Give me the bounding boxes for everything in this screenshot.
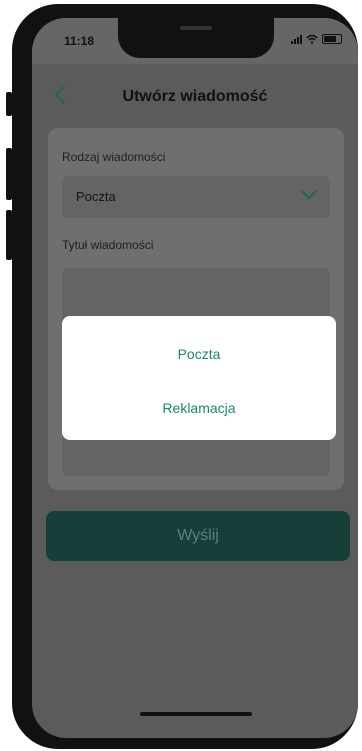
status-time: 11:18 — [64, 34, 95, 48]
status-bar: 11:18 — [32, 18, 358, 64]
send-button[interactable]: Wyślij — [46, 511, 350, 561]
home-indicator — [140, 712, 252, 716]
screen: 11:18 Utwórz wiadomość Rodzaj wiadomości… — [32, 18, 358, 738]
signal-icon — [291, 34, 302, 44]
message-title-label: Tytuł wiadomości — [62, 238, 154, 252]
page-title: Utwórz wiadomość — [122, 88, 268, 105]
chevron-down-icon — [301, 190, 317, 199]
message-type-picker: Poczta Reklamacja — [62, 316, 336, 440]
option-reklamacja[interactable]: Reklamacja — [62, 400, 336, 416]
speaker — [180, 26, 212, 30]
message-type-label: Rodzaj wiadomości — [62, 150, 166, 164]
battery-icon — [322, 34, 342, 44]
wifi-icon — [306, 34, 318, 44]
message-type-value: Poczta — [76, 189, 116, 204]
notch — [118, 18, 274, 58]
phone-frame: 11:18 Utwórz wiadomość Rodzaj wiadomości… — [12, 4, 358, 749]
status-icons — [291, 34, 342, 44]
message-type-select[interactable]: Poczta — [62, 176, 330, 218]
option-poczta[interactable]: Poczta — [62, 346, 336, 362]
